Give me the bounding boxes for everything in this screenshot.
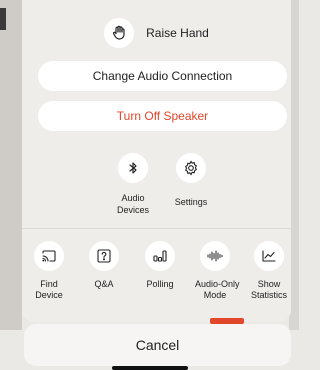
raise-hand-label: Raise Hand [146,26,209,40]
find-device-button[interactable] [34,241,64,271]
cast-icon [42,250,56,262]
raise-hand-button[interactable] [104,18,135,48]
backdrop-accent [0,8,6,30]
cancel-button[interactable]: Cancel [24,324,291,366]
qa-label: Q&A [94,279,114,289]
audio-only-label: Audio-Only Mode [195,279,240,300]
audio-devices-button[interactable] [118,153,148,183]
settings-button[interactable] [176,153,206,183]
qa-button[interactable] [89,241,119,271]
question-icon [97,249,111,263]
backdrop-left [0,0,22,330]
polling-tile[interactable]: Polling [140,241,180,290]
turn-off-speaker-button[interactable]: Turn Off Speaker [38,101,287,131]
polling-button[interactable] [145,241,175,271]
change-audio-connection-button[interactable]: Change Audio Connection [38,61,287,91]
chart-icon [262,250,276,262]
bottom-actions-row: Find Device Q&A Polling Audio-Only Mode … [22,241,291,316]
divider [22,228,291,229]
bluetooth-icon [129,162,137,174]
settings-label: Settings [174,197,208,207]
audio-devices-label: Audio Devices [116,193,149,215]
gear-icon [184,160,198,176]
raise-hand-row[interactable]: Raise Hand [22,16,291,50]
hand-icon [113,25,125,40]
action-sheet: Raise Hand Change Audio Connection Turn … [22,0,291,322]
polling-label: Polling [146,279,174,289]
poll-icon [153,250,167,262]
qa-tile[interactable]: Q&A [84,241,124,290]
show-statistics-label: Show Statistics [250,279,287,300]
show-statistics-tile[interactable]: Show Statistics [249,241,289,301]
find-device-tile[interactable]: Find Device [29,241,69,301]
audio-only-button[interactable] [200,241,230,271]
audio-wave-icon [207,250,223,262]
show-statistics-button[interactable] [254,241,284,271]
find-device-label: Find Device [35,279,63,300]
home-indicator [112,366,188,370]
audio-only-tile[interactable]: Audio-Only Mode [195,241,240,301]
